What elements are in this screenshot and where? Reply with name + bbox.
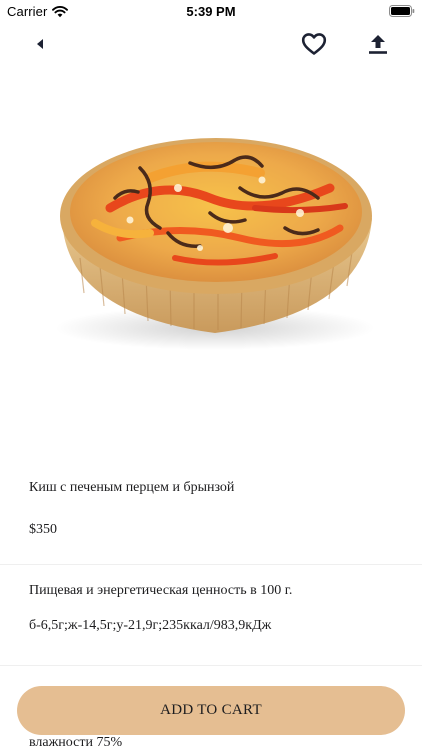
nutrition-title: Пищевая и энергетическая ценность в 100 … [29, 583, 293, 598]
section-divider [0, 665, 422, 666]
product-price: $350 [29, 522, 57, 537]
heart-icon [301, 33, 327, 55]
share-upload-icon [369, 35, 387, 54]
favorite-button[interactable] [298, 28, 330, 60]
nutrition-values: б-6,5г;ж-14,5г;у-21,9г;235ккал/983,9кДж [29, 618, 272, 633]
status-bar: Carrier 5:39 PM [0, 0, 422, 22]
navigation-bar [0, 22, 422, 66]
product-detail-screen: Carrier 5:39 PM Киш с печеным перцем и б… [0, 0, 422, 750]
product-image [55, 138, 375, 350]
section-divider [0, 564, 422, 565]
humidity-text: влажности 75% [29, 735, 123, 750]
back-button[interactable] [24, 28, 56, 60]
battery-icon [389, 5, 415, 17]
share-button[interactable] [362, 28, 394, 60]
back-arrow-icon [37, 39, 43, 49]
add-to-cart-button[interactable]: ADD TO CART [17, 686, 405, 735]
status-time: 5:39 PM [186, 4, 236, 19]
product-name: Киш с печеным перцем и брынзой [29, 480, 235, 495]
